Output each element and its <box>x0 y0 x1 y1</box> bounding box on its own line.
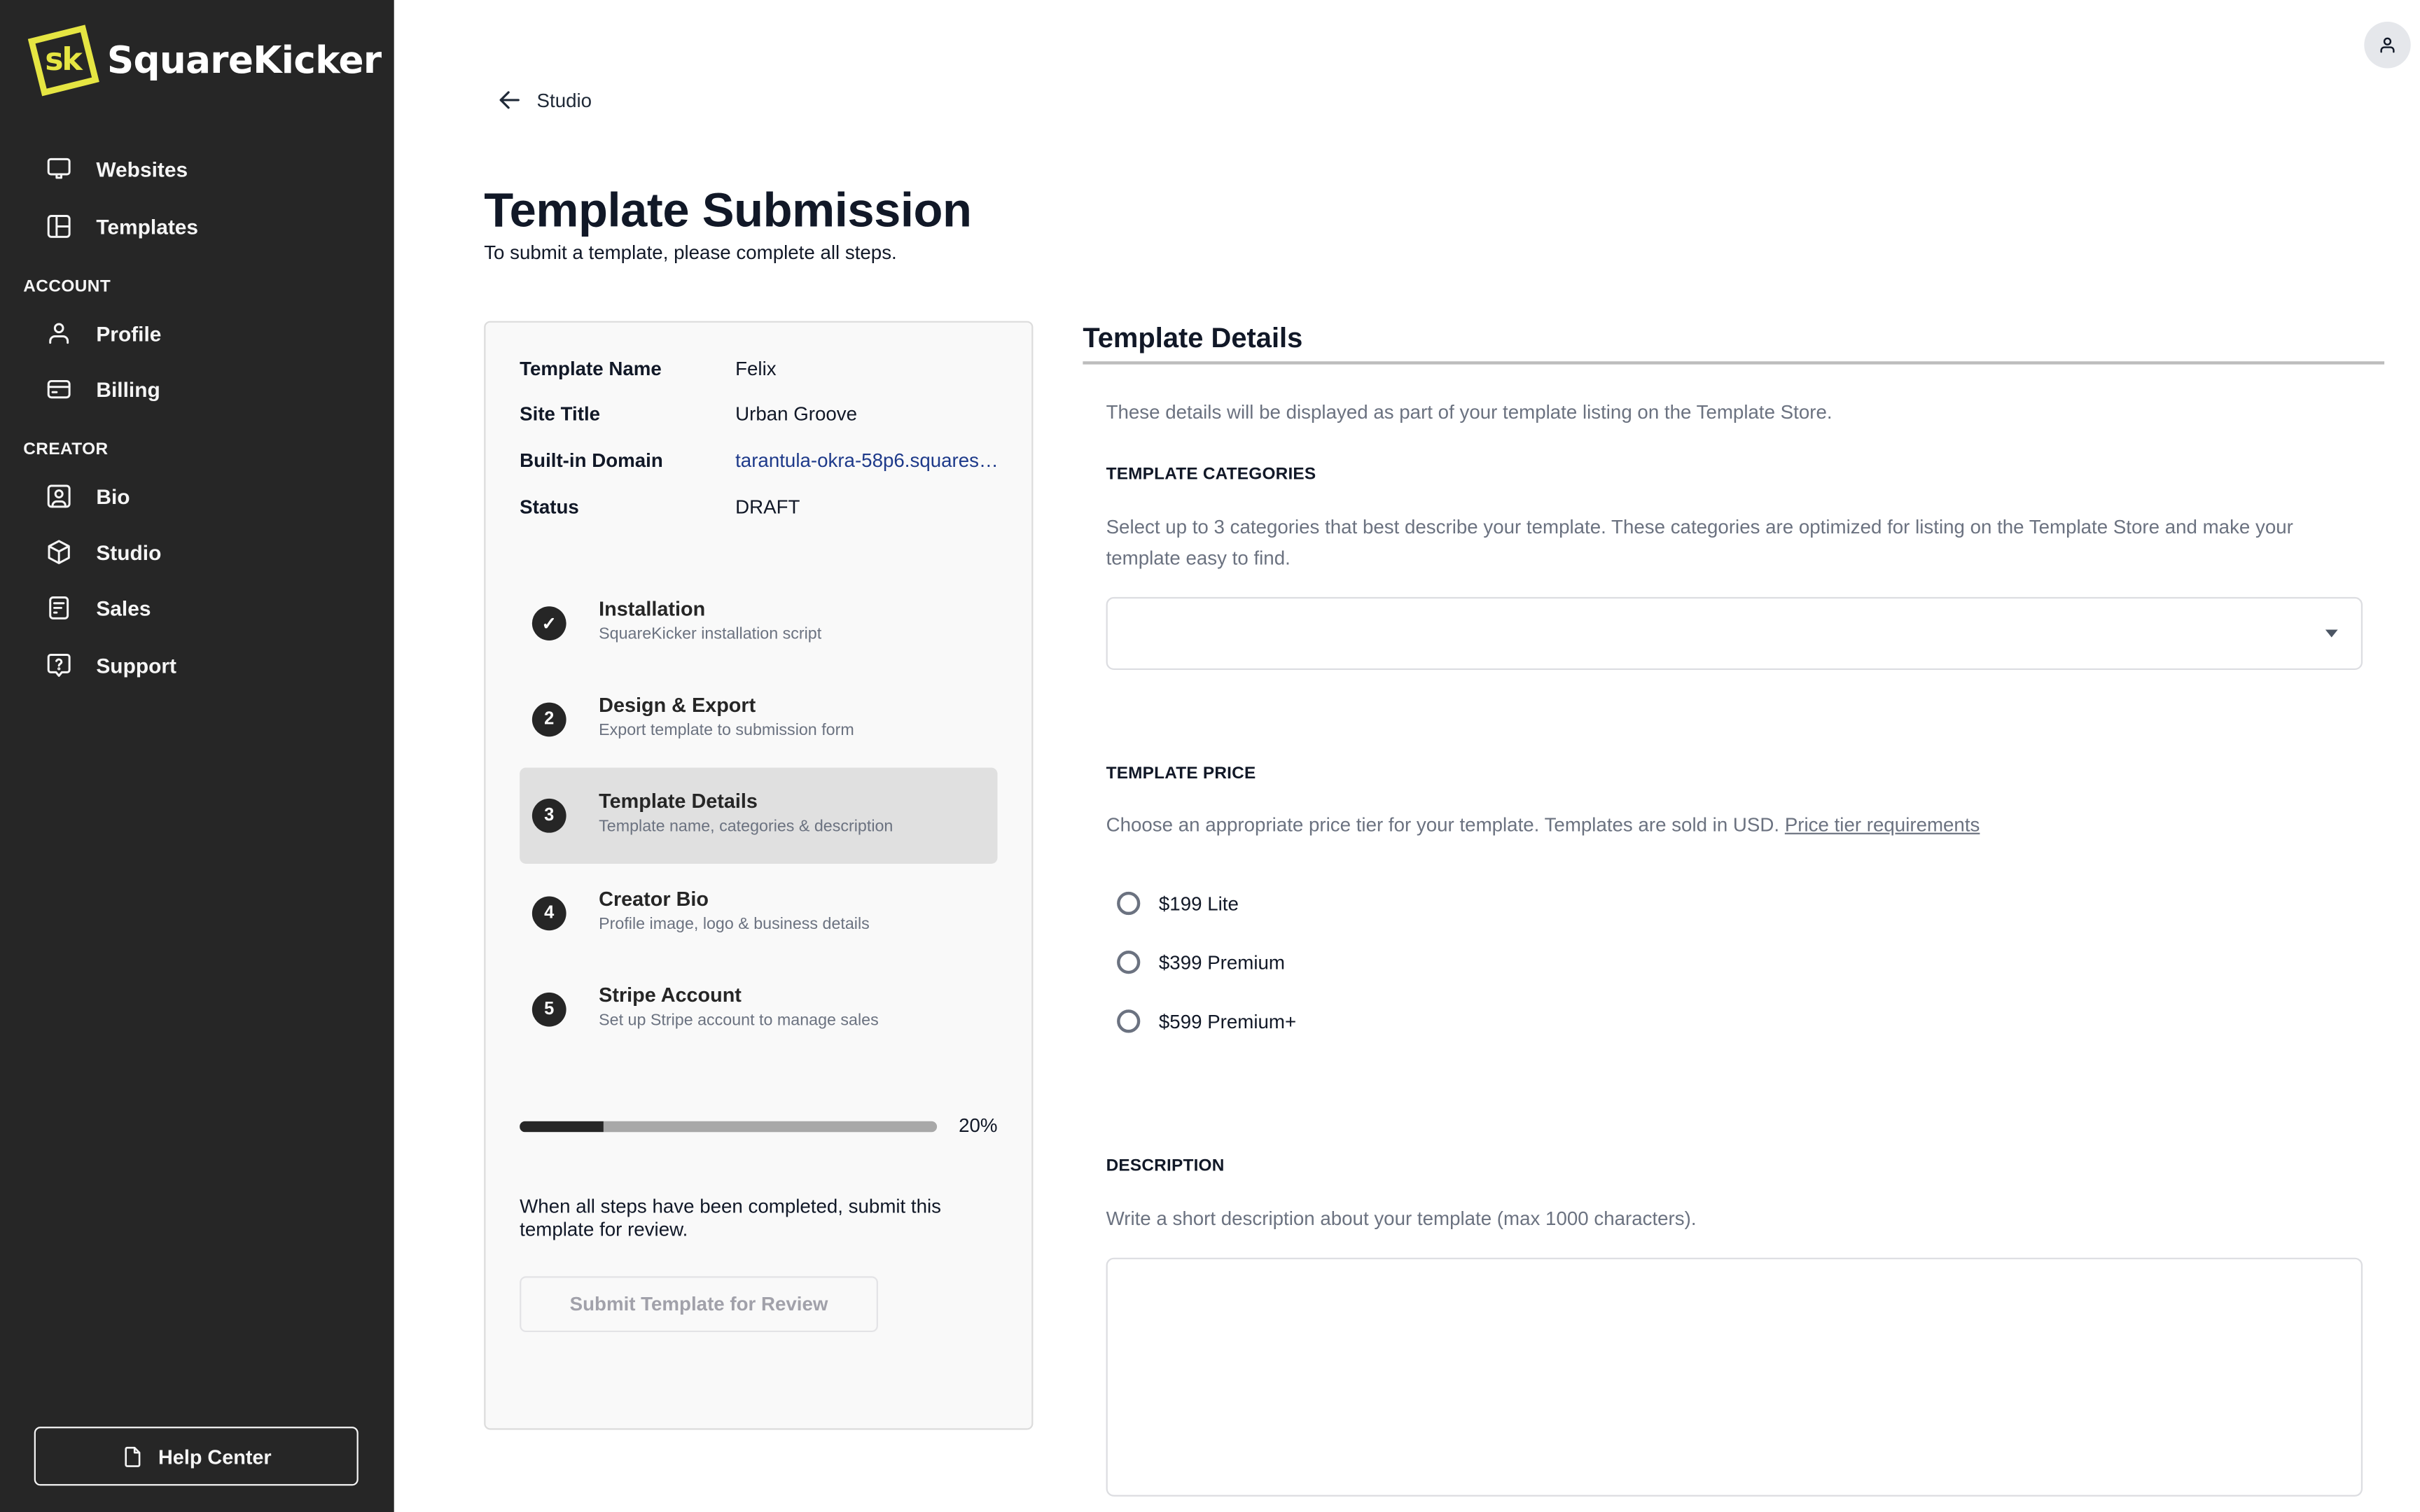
step-description: Export template to submission form <box>599 721 854 740</box>
account-avatar-button[interactable] <box>2364 22 2411 69</box>
sidebar-item-studio[interactable]: Studio <box>45 533 161 570</box>
progress-bar <box>520 1121 938 1133</box>
categories-select[interactable] <box>1106 596 2363 671</box>
sidebar-item-websites[interactable]: Websites <box>45 150 188 188</box>
help-center-label: Help Center <box>158 1444 272 1468</box>
step-description: Template name, categories & description <box>599 817 893 836</box>
sidebar-item-sales[interactable]: Sales <box>45 589 151 626</box>
sidebar-item-label: Bio <box>96 484 130 508</box>
arrow-left-icon <box>499 91 520 109</box>
step-title: Installation <box>599 596 706 621</box>
sidebar-item-label: Websites <box>96 157 188 181</box>
user-square-icon <box>47 484 71 508</box>
step-description: Profile image, logo & business details <box>599 915 870 934</box>
submit-template-button[interactable]: Submit Template for Review <box>520 1276 878 1333</box>
step-creator-bio[interactable]: 4 Creator Bio Profile image, logo & busi… <box>520 865 997 961</box>
radio-button[interactable] <box>1117 951 1141 974</box>
radio-button[interactable] <box>1117 1009 1141 1033</box>
meta-key: Status <box>520 496 579 518</box>
meta-key: Template Name <box>520 358 662 380</box>
step-title: Stripe Account <box>599 983 742 1007</box>
chevron-down-icon <box>2325 629 2338 638</box>
sidebar-item-label: Sales <box>96 596 151 620</box>
sidebar-item-templates[interactable]: Templates <box>45 208 198 245</box>
details-section-title: Template Details <box>1083 322 1303 354</box>
step-number-badge: 2 <box>531 702 566 737</box>
description-help: Write a short description about your tem… <box>1106 1208 1697 1230</box>
layout-icon <box>47 214 71 238</box>
domain-link[interactable]: tarantula-okra-58p6.squarespace.com <box>735 449 999 471</box>
price-help-text: Choose an appropriate price tier for you… <box>1106 814 1780 836</box>
price-option-premium-plus[interactable]: $599 Premium+ <box>1117 1009 1297 1033</box>
sidebar-item-bio[interactable]: Bio <box>45 477 130 514</box>
categories-label: TEMPLATE CATEGORIES <box>1106 465 1316 484</box>
help-center-button[interactable]: Help Center <box>34 1427 359 1486</box>
step-description: Set up Stripe account to manage sales <box>599 1011 879 1030</box>
price-option-lite[interactable]: $199 Lite <box>1117 891 1239 916</box>
page-subtitle: To submit a template, please complete al… <box>484 241 897 264</box>
sidebar: sk SquareKicker Websites Templates ACCOU… <box>0 0 394 1512</box>
details-intro: These details will be displayed as part … <box>1106 401 1833 424</box>
sidebar-item-billing[interactable]: Billing <box>45 370 160 407</box>
meta-value: Felix <box>735 358 777 380</box>
user-icon <box>49 323 69 344</box>
app-root: sk SquareKicker Websites Templates ACCOU… <box>0 0 2420 1512</box>
progress-percent: 20% <box>959 1114 998 1137</box>
radio-label: $399 Premium <box>1158 951 1286 974</box>
step-stripe-account[interactable]: 5 Stripe Account Set up Stripe account t… <box>520 962 997 1058</box>
help-message-icon <box>47 653 71 677</box>
price-tier-requirements-link[interactable]: Price tier requirements <box>1785 814 1980 836</box>
step-number-badge: 5 <box>531 992 566 1027</box>
brand-logo[interactable]: sk SquareKicker <box>27 24 382 97</box>
meta-value: Urban Groove <box>735 403 858 426</box>
submission-summary-card: Template Name Felix Site Title Urban Gro… <box>484 321 1034 1430</box>
radio-label: $599 Premium+ <box>1158 1010 1297 1032</box>
step-title: Creator Bio <box>599 887 709 911</box>
price-help: Choose an appropriate price tier for you… <box>1106 809 1980 840</box>
sidebar-item-profile[interactable]: Profile <box>45 315 161 352</box>
categories-help: Select up to 3 categories that best desc… <box>1106 516 2293 570</box>
sidebar-item-support[interactable]: Support <box>45 647 176 684</box>
progress-bar-fill <box>520 1121 604 1133</box>
page-title: Template Submission <box>484 183 972 237</box>
step-installation[interactable]: ✓ Installation SquareKicker installation… <box>520 575 997 671</box>
receipt-icon <box>49 596 69 620</box>
sidebar-section-creator: CREATOR <box>23 440 109 459</box>
back-link-label: Studio <box>536 89 592 111</box>
status-value: DRAFT <box>735 496 800 518</box>
sidebar-item-label: Studio <box>96 540 162 564</box>
description-label: DESCRIPTION <box>1106 1156 1225 1176</box>
step-complete-check-icon: ✓ <box>531 606 566 640</box>
meta-key: Built-in Domain <box>520 449 663 472</box>
radio-label: $199 Lite <box>1158 892 1239 914</box>
logo-mark-text: sk <box>46 40 82 78</box>
price-option-premium[interactable]: $399 Premium <box>1117 951 1285 974</box>
logo-mark-icon: sk <box>27 24 99 97</box>
step-number-badge: 3 <box>531 798 566 833</box>
step-title: Design & Export <box>599 693 756 717</box>
document-icon <box>125 1446 141 1466</box>
sidebar-section-account: ACCOUNT <box>23 277 111 297</box>
brand-name: SquareKicker <box>106 38 382 83</box>
user-icon <box>2380 37 2395 53</box>
step-design-export[interactable]: 2 Design & Export Export template to sub… <box>520 671 997 767</box>
step-template-details[interactable]: 3 Template Details Template name, catego… <box>520 767 998 864</box>
step-number-badge: 4 <box>531 896 566 931</box>
cube-icon <box>48 540 70 564</box>
step-description: SquareKicker installation script <box>599 624 822 644</box>
monitor-icon <box>47 158 71 179</box>
step-title: Template Details <box>599 789 758 813</box>
submit-note: When all steps have been completed, subm… <box>520 1196 942 1241</box>
description-textarea[interactable] <box>1106 1257 2363 1497</box>
sidebar-item-label: Templates <box>96 214 199 239</box>
credit-card-icon <box>47 379 71 399</box>
price-label: TEMPLATE PRICE <box>1106 764 1256 783</box>
sidebar-item-label: Support <box>96 653 177 678</box>
section-divider <box>1083 361 2385 365</box>
sidebar-item-label: Billing <box>96 377 160 401</box>
meta-key: Site Title <box>520 403 601 426</box>
radio-button[interactable] <box>1117 891 1141 916</box>
back-to-studio-link[interactable]: Studio <box>496 87 592 113</box>
sidebar-item-label: Profile <box>96 321 162 345</box>
